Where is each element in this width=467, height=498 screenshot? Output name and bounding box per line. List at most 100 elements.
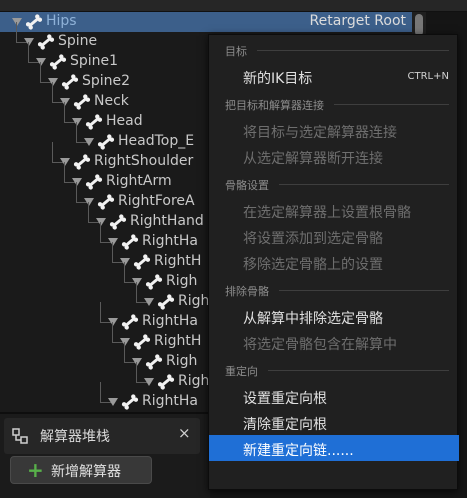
expand-arrow-icon[interactable] xyxy=(120,338,130,346)
solver-stack-tab-label: 解算器堆栈 xyxy=(40,429,110,445)
menu-divider xyxy=(268,370,449,371)
menu-item-label: 设置重定向根 xyxy=(243,391,327,407)
solver-stack-panel: 解算器堆栈 × + 新增解算器 xyxy=(0,412,210,498)
menu-item[interactable]: 新建重定向链...... xyxy=(209,435,459,461)
tree-connector xyxy=(112,322,113,342)
expand-arrow-icon[interactable] xyxy=(84,198,94,206)
bone-icon xyxy=(61,74,79,90)
bone-icon xyxy=(25,14,43,30)
bone-name: RightHa xyxy=(142,313,198,329)
expand-arrow-icon[interactable] xyxy=(24,38,34,46)
bone-name: Righ xyxy=(166,353,198,369)
menu-item-label: 清除重定向根 xyxy=(243,417,327,433)
bone-icon xyxy=(37,34,55,50)
plus-icon: + xyxy=(27,458,44,482)
tree-connector xyxy=(28,42,29,62)
bone-name: Righ xyxy=(178,373,210,389)
menu-item[interactable]: 设置重定向根 xyxy=(209,383,459,409)
expand-arrow-icon[interactable] xyxy=(132,278,142,286)
tree-connector xyxy=(124,342,125,362)
menu-section-header: 目标 xyxy=(209,39,459,61)
menu-section-header: 排除骨骼 xyxy=(209,279,459,301)
expand-arrow-icon[interactable] xyxy=(12,18,22,26)
bone-icon xyxy=(73,154,91,170)
expand-arrow-icon[interactable] xyxy=(60,98,70,106)
bone-icon xyxy=(97,194,115,210)
expand-arrow-icon[interactable] xyxy=(72,178,82,186)
solver-stack-tab[interactable]: 解算器堆栈 × xyxy=(4,418,200,454)
menu-section-title: 骨骼设置 xyxy=(225,179,269,192)
menu-divider xyxy=(279,184,449,185)
bone-name: Head xyxy=(106,113,143,129)
menu-item-label: 将目标与选定解算器连接 xyxy=(243,125,397,141)
tree-connector xyxy=(76,122,77,142)
menu-item[interactable]: 从解算中排除选定骨骼 xyxy=(209,303,459,329)
tree-connector xyxy=(100,302,101,322)
column-header-strip xyxy=(0,0,467,12)
menu-item-label: 新的IK目标 xyxy=(243,71,313,87)
tree-connector xyxy=(112,242,113,262)
bone-name: RightShoulder xyxy=(94,153,194,169)
bone-name: Hips xyxy=(46,13,77,29)
bone-icon xyxy=(145,354,163,370)
bone-icon xyxy=(121,314,139,330)
bone-icon xyxy=(97,134,115,150)
bone-name: RightHand xyxy=(130,213,204,229)
bone-icon xyxy=(85,114,103,130)
bone-icon xyxy=(85,174,103,190)
expand-arrow-icon[interactable] xyxy=(144,298,154,306)
expand-arrow-icon[interactable] xyxy=(72,118,82,126)
close-icon[interactable]: × xyxy=(178,424,191,442)
bone-name: RightHa xyxy=(142,233,198,249)
menu-section-title: 目标 xyxy=(225,45,247,58)
menu-item: 将目标与选定解算器连接 xyxy=(209,117,459,143)
menu-section-title: 重定向 xyxy=(225,365,258,378)
menu-divider xyxy=(334,104,449,105)
expand-arrow-icon[interactable] xyxy=(84,138,94,146)
tree-connector xyxy=(136,282,137,302)
menu-divider xyxy=(257,50,449,51)
tree-connector xyxy=(64,162,65,182)
menu-divider xyxy=(279,290,449,291)
menu-section-header: 骨骼设置 xyxy=(209,173,459,195)
menu-item-label: 在选定解算器上设置根骨骼 xyxy=(243,205,411,221)
bone-name: RightForeA xyxy=(118,193,195,209)
expand-arrow-icon[interactable] xyxy=(120,258,130,266)
expand-arrow-icon[interactable] xyxy=(48,78,58,86)
menu-item-label: 将设置添加到选定骨骼 xyxy=(243,231,383,247)
bone-name: Spine1 xyxy=(70,53,119,69)
bone-icon xyxy=(49,54,67,70)
tree-row[interactable]: Hips Retarget Root xyxy=(0,12,412,32)
menu-section-title: 把目标和解算器连接 xyxy=(225,99,324,112)
add-solver-label: 新增解算器 xyxy=(51,464,121,480)
expand-arrow-icon[interactable] xyxy=(108,318,118,326)
bone-name: RightH xyxy=(154,253,202,269)
add-solver-button[interactable]: + 新增解算器 xyxy=(10,456,152,484)
menu-item-label: 移除选定骨骼上的设置 xyxy=(243,257,383,273)
bone-icon xyxy=(73,94,91,110)
expand-arrow-icon[interactable] xyxy=(144,378,154,386)
menu-item: 在选定解算器上设置根骨骼 xyxy=(209,197,459,223)
retarget-chain-label: Retarget Root xyxy=(309,13,406,29)
menu-item: 移除选定骨骼上的设置 xyxy=(209,249,459,275)
bone-icon xyxy=(121,234,139,250)
expand-arrow-icon[interactable] xyxy=(108,398,118,406)
bone-icon xyxy=(133,334,151,350)
menu-item-label: 将选定骨骼包含在解算中 xyxy=(243,337,397,353)
menu-item[interactable]: 新的IK目标 CTRL+N xyxy=(209,63,459,89)
expand-arrow-icon[interactable] xyxy=(108,238,118,246)
menu-item[interactable]: 清除重定向根 xyxy=(209,409,459,435)
expand-arrow-icon[interactable] xyxy=(36,58,46,66)
tree-scrollbar-thumb[interactable] xyxy=(415,14,423,36)
expand-arrow-icon[interactable] xyxy=(60,158,70,166)
tree-connector xyxy=(52,142,53,162)
bone-icon xyxy=(145,274,163,290)
expand-arrow-icon[interactable] xyxy=(96,218,106,226)
menu-shortcut: CTRL+N xyxy=(407,71,449,82)
expand-arrow-icon[interactable] xyxy=(132,358,142,366)
bone-name: RightArm xyxy=(106,173,172,189)
menu-section-header: 把目标和解算器连接 xyxy=(209,93,459,115)
menu-item: 将设置添加到选定骨骼 xyxy=(209,223,459,249)
tree-connector xyxy=(100,222,101,242)
tree-connector xyxy=(16,22,17,42)
